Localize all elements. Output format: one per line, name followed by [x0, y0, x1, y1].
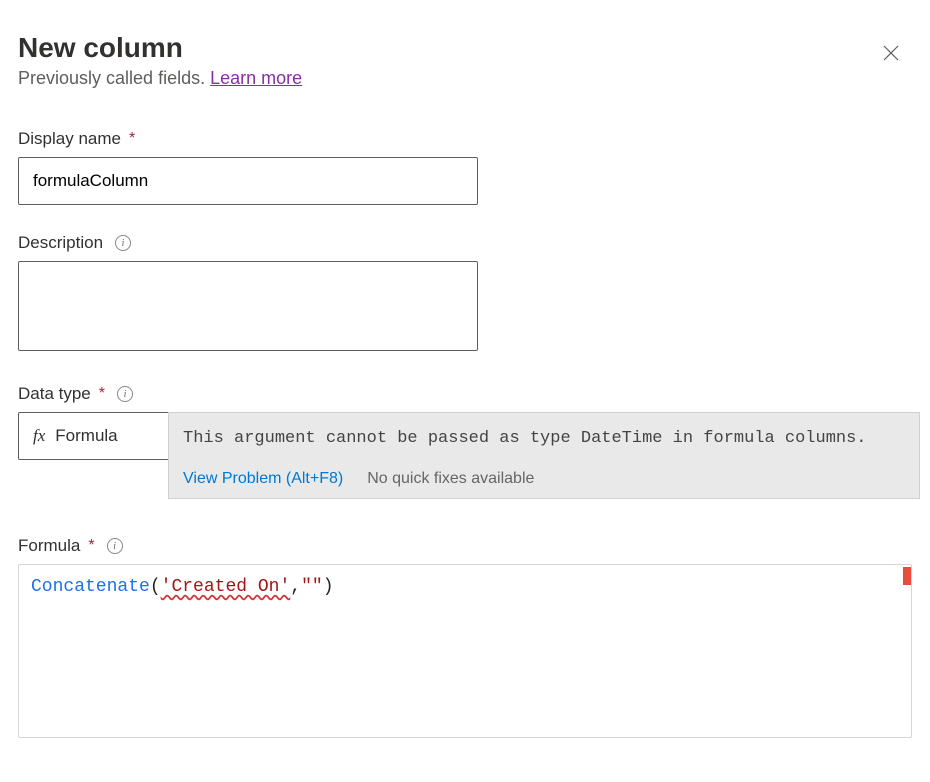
display-name-label: Display name — [18, 129, 121, 149]
data-type-label: Data type — [18, 384, 91, 404]
view-problem-link[interactable]: View Problem (Alt+F8) — [183, 470, 343, 488]
info-icon[interactable]: i — [117, 386, 133, 402]
display-name-input[interactable] — [18, 157, 478, 205]
formula-editor[interactable]: Concatenate('Created On',"") — [18, 564, 912, 738]
tooltip-message: This argument cannot be passed as type D… — [169, 413, 919, 462]
required-indicator: * — [88, 537, 94, 555]
description-input[interactable] — [18, 261, 478, 351]
close-icon — [882, 44, 900, 62]
required-indicator: * — [129, 130, 135, 148]
page-subtitle: Previously called fields. Learn more — [18, 68, 302, 89]
formula-token-function: Concatenate — [31, 577, 150, 597]
info-icon[interactable]: i — [107, 538, 123, 554]
info-icon[interactable]: i — [115, 235, 131, 251]
no-fixes-text: No quick fixes available — [367, 470, 534, 488]
close-button[interactable] — [876, 38, 906, 68]
description-label: Description — [18, 233, 103, 253]
formula-token-sep: , — [290, 577, 301, 597]
formula-label: Formula — [18, 536, 80, 556]
formula-token-error-arg: 'Created On' — [161, 577, 291, 597]
formula-token-string: "" — [301, 577, 323, 597]
page-title: New column — [18, 32, 302, 64]
formula-fx-icon: fx — [33, 426, 45, 446]
subtitle-text: Previously called fields. — [18, 68, 210, 88]
formula-token-paren: ) — [323, 577, 334, 597]
learn-more-link[interactable]: Learn more — [210, 68, 302, 88]
required-indicator: * — [99, 385, 105, 403]
data-type-value: Formula — [55, 426, 117, 446]
formula-token-paren: ( — [150, 577, 161, 597]
error-marker-icon — [903, 567, 911, 585]
error-tooltip: This argument cannot be passed as type D… — [168, 412, 920, 499]
